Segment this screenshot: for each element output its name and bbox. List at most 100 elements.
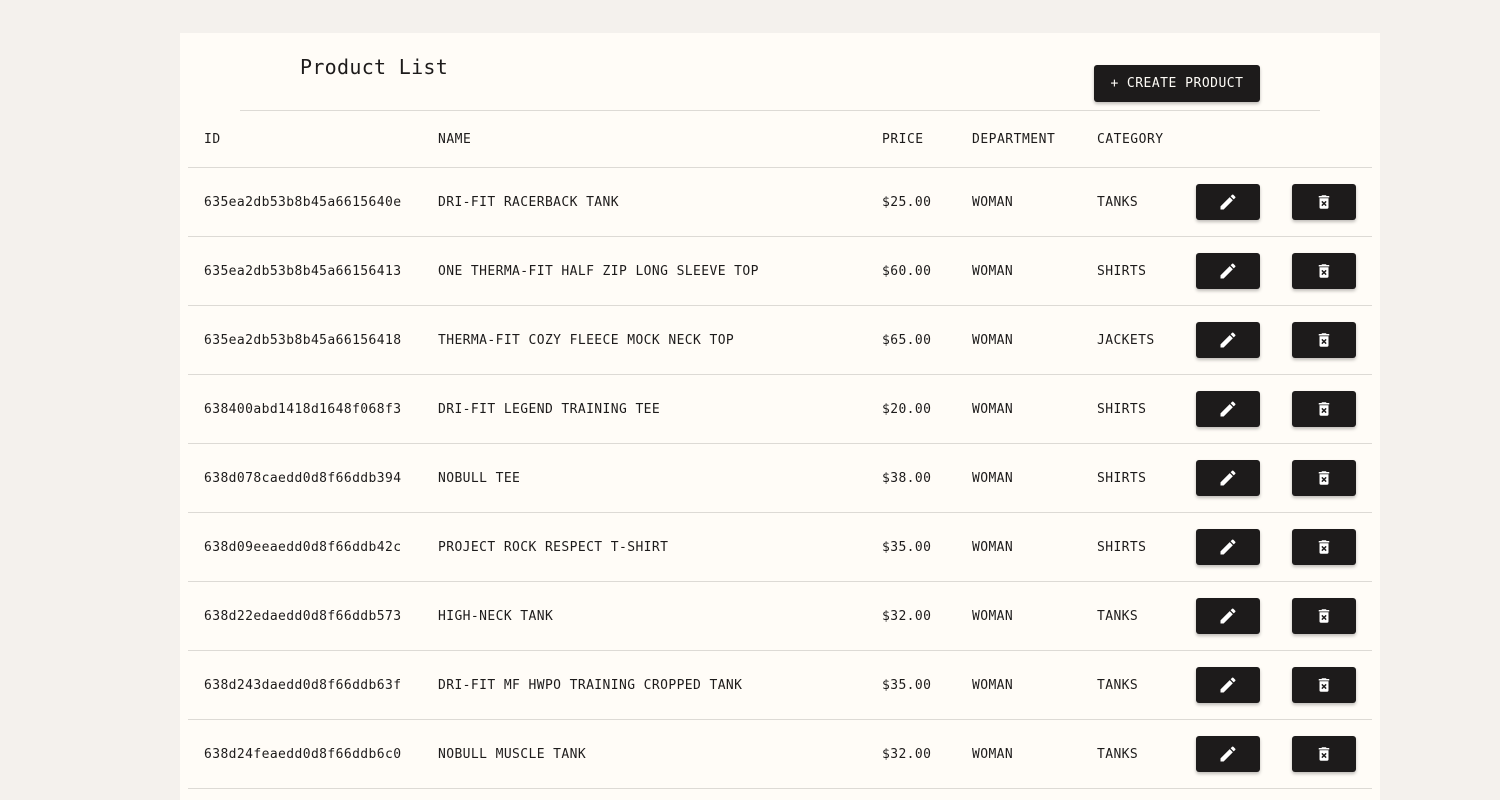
cell-price: $38.00 [866, 443, 956, 513]
cell-delete [1276, 236, 1372, 306]
cell-department: WOMAN [956, 581, 1081, 651]
table-row: 638d22edaedd0d8f66ddb573 HIGH-NECK TANK … [188, 581, 1372, 651]
edit-button[interactable] [1196, 322, 1260, 358]
cell-department: WOMAN [956, 650, 1081, 720]
edit-button[interactable] [1196, 253, 1260, 289]
cell-department: WOMAN [956, 374, 1081, 444]
pencil-icon [1220, 332, 1236, 348]
table-row: 638d078caedd0d8f66ddb394 NOBULL TEE $38.… [188, 443, 1372, 513]
cell-id: 638400abd1418d1648f068f3 [188, 374, 422, 444]
product-table: ID NAME PRICE DEPARTMENT CATEGORY 635ea2… [188, 111, 1372, 789]
cell-price: $25.00 [866, 167, 956, 237]
cell-id: 638d243daedd0d8f66ddb63f [188, 650, 422, 720]
cell-name: DRI-FIT LEGEND TRAINING TEE [422, 374, 866, 444]
cell-category: TANKS [1081, 167, 1180, 237]
table-row: 635ea2db53b8b45a6615640e DRI-FIT RACERBA… [188, 167, 1372, 237]
cell-edit [1180, 374, 1276, 444]
cell-price: $32.00 [866, 719, 956, 789]
cell-department: WOMAN [956, 167, 1081, 237]
trash-icon [1318, 747, 1330, 761]
delete-button[interactable] [1292, 322, 1356, 358]
cell-category: SHIRTS [1081, 512, 1180, 582]
cell-edit [1180, 236, 1276, 306]
trash-icon [1318, 609, 1330, 623]
cell-edit [1180, 167, 1276, 237]
cell-category: TANKS [1081, 650, 1180, 720]
cell-delete [1276, 650, 1372, 720]
trash-icon [1318, 678, 1330, 692]
delete-button[interactable] [1292, 667, 1356, 703]
edit-button[interactable] [1196, 460, 1260, 496]
trash-icon [1318, 540, 1330, 554]
trash-icon [1318, 471, 1330, 485]
cell-delete [1276, 167, 1372, 237]
table-header: ID NAME PRICE DEPARTMENT CATEGORY [188, 111, 1372, 168]
cell-category: SHIRTS [1081, 236, 1180, 306]
cell-name: HIGH-NECK TANK [422, 581, 866, 651]
edit-button[interactable] [1196, 667, 1260, 703]
edit-button[interactable] [1196, 598, 1260, 634]
cell-name: NOBULL TEE [422, 443, 866, 513]
delete-button[interactable] [1292, 736, 1356, 772]
cell-id: 635ea2db53b8b45a66156413 [188, 236, 422, 306]
cell-name: THERMA-FIT COZY FLEECE MOCK NECK TOP [422, 305, 866, 375]
column-header-id: ID [188, 111, 422, 168]
cell-category: SHIRTS [1081, 443, 1180, 513]
column-header-price: PRICE [866, 111, 956, 168]
trash-icon [1318, 402, 1330, 416]
cell-edit [1180, 650, 1276, 720]
cell-edit [1180, 305, 1276, 375]
edit-button[interactable] [1196, 529, 1260, 565]
table-row: 638d243daedd0d8f66ddb63f DRI-FIT MF HWPO… [188, 650, 1372, 720]
cell-edit [1180, 512, 1276, 582]
delete-button[interactable] [1292, 184, 1356, 220]
edit-button[interactable] [1196, 184, 1260, 220]
table-row: 638d24feaedd0d8f66ddb6c0 NOBULL MUSCLE T… [188, 719, 1372, 789]
cell-name: ONE THERMA-FIT HALF ZIP LONG SLEEVE TOP [422, 236, 866, 306]
pencil-icon [1220, 401, 1236, 417]
cell-price: $35.00 [866, 650, 956, 720]
cell-name: DRI-FIT MF HWPO TRAINING CROPPED TANK [422, 650, 866, 720]
cell-delete [1276, 581, 1372, 651]
cell-delete [1276, 305, 1372, 375]
create-product-button[interactable]: + CREATE PRODUCT [1094, 65, 1260, 102]
create-product-label: CREATE PRODUCT [1126, 76, 1244, 91]
trash-icon [1318, 264, 1330, 278]
cell-name: DRI-FIT RACERBACK TANK [422, 167, 866, 237]
cell-price: $35.00 [866, 512, 956, 582]
cell-id: 638d078caedd0d8f66ddb394 [188, 443, 422, 513]
trash-icon [1318, 195, 1330, 209]
cell-delete [1276, 443, 1372, 513]
cell-id: 635ea2db53b8b45a6615640e [188, 167, 422, 237]
table-row: 638d09eeaedd0d8f66ddb42c PROJECT ROCK RE… [188, 512, 1372, 582]
cell-id: 635ea2db53b8b45a66156418 [188, 305, 422, 375]
pencil-icon [1220, 539, 1236, 555]
delete-button[interactable] [1292, 529, 1356, 565]
edit-button[interactable] [1196, 736, 1260, 772]
cell-department: WOMAN [956, 305, 1081, 375]
cell-department: WOMAN [956, 443, 1081, 513]
pencil-icon [1220, 194, 1236, 210]
cell-category: TANKS [1081, 719, 1180, 789]
delete-button[interactable] [1292, 598, 1356, 634]
cell-edit [1180, 443, 1276, 513]
cell-name: NOBULL MUSCLE TANK [422, 719, 866, 789]
column-header-name: NAME [422, 111, 866, 168]
column-header-department: DEPARTMENT [956, 111, 1081, 168]
delete-button[interactable] [1292, 460, 1356, 496]
delete-button[interactable] [1292, 391, 1356, 427]
table-row: 635ea2db53b8b45a66156413 ONE THERMA-FIT … [188, 236, 1372, 306]
cell-id: 638d24feaedd0d8f66ddb6c0 [188, 719, 422, 789]
page-title: Product List [300, 55, 449, 79]
cell-price: $60.00 [866, 236, 956, 306]
cell-price: $65.00 [866, 305, 956, 375]
edit-button[interactable] [1196, 391, 1260, 427]
column-header-edit [1180, 111, 1276, 168]
pencil-icon [1220, 263, 1236, 279]
cell-id: 638d22edaedd0d8f66ddb573 [188, 581, 422, 651]
column-header-category: CATEGORY [1081, 111, 1180, 168]
table-row: 638400abd1418d1648f068f3 DRI-FIT LEGEND … [188, 374, 1372, 444]
column-header-delete [1276, 111, 1372, 168]
cell-delete [1276, 719, 1372, 789]
delete-button[interactable] [1292, 253, 1356, 289]
